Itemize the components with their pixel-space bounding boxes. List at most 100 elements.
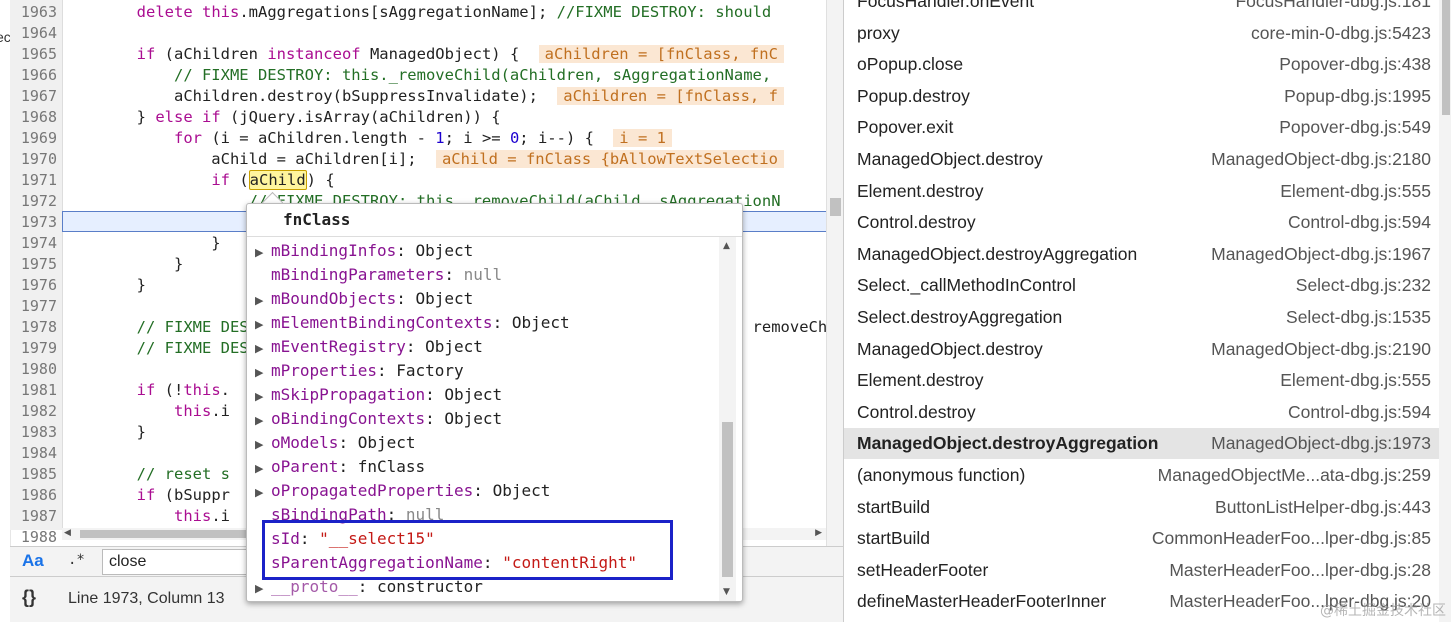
property-row[interactable]: ▶ mProperties: Factory — [255, 359, 464, 383]
code-horizontal-scrollbar-thumb[interactable] — [80, 530, 250, 538]
frame-location-link[interactable]: ManagedObject-dbg.js:2180 — [1211, 149, 1431, 170]
property-row[interactable]: ▶ mSkipPropagation: Object — [255, 383, 502, 407]
expand-triangle-icon[interactable]: ▶ — [255, 313, 271, 337]
line-number[interactable]: 1986 — [10, 485, 57, 506]
frame-location-link[interactable]: Element-dbg.js:555 — [1280, 370, 1431, 391]
expand-triangle-icon[interactable]: ▶ — [255, 577, 271, 601]
frame-location-link[interactable]: ManagedObject-dbg.js:2190 — [1211, 339, 1431, 360]
popover-scrollbar[interactable]: ▲ ▼ — [719, 237, 736, 601]
expand-triangle-icon[interactable]: ▶ — [255, 409, 271, 433]
call-stack-frame[interactable]: Element.destroy Element-dbg.js:555 — [844, 365, 1439, 396]
call-stack-frame[interactable]: Popup.destroy Popup-dbg.js:1995 — [844, 81, 1439, 112]
scroll-left-arrow-icon[interactable]: ◀ — [64, 528, 71, 538]
line-number[interactable]: 1970 — [10, 149, 57, 170]
frame-location-link[interactable]: Popover-dbg.js:549 — [1279, 117, 1431, 138]
expand-triangle-icon[interactable]: ▶ — [255, 457, 271, 481]
call-stack-frame[interactable]: proxy core-min-0-dbg.js:5423 — [844, 18, 1439, 49]
search-input[interactable] — [102, 549, 252, 575]
expand-triangle-icon[interactable]: ▶ — [255, 361, 271, 385]
line-number[interactable]: 1987 — [10, 506, 57, 527]
frame-location-link[interactable]: Select-dbg.js:232 — [1296, 275, 1431, 296]
frame-location-link[interactable]: ManagedObject-dbg.js:1967 — [1211, 244, 1431, 265]
property-row[interactable]: ▶ mElementBindingContexts: Object — [255, 311, 570, 335]
line-number[interactable]: 1977 — [10, 296, 57, 317]
call-stack-frame[interactable]: Select._callMethodInControl Select-dbg.js… — [844, 270, 1439, 301]
scroll-up-arrow-icon[interactable]: ▲ — [723, 241, 730, 251]
line-number[interactable]: 1978 — [10, 317, 57, 338]
line-number[interactable]: 1971 — [10, 170, 57, 191]
code-vertical-scrollbar-thumb[interactable] — [830, 198, 841, 216]
call-stack-frame[interactable]: startBuild CommonHeaderFoo...lper-dbg.js:… — [844, 523, 1439, 554]
property-row[interactable]: ▶ oBindingContexts: Object — [255, 407, 502, 431]
expand-triangle-icon[interactable]: ▶ — [255, 337, 271, 361]
property-row[interactable]: ▶ oPropagatedProperties: Object — [255, 479, 550, 503]
line-number[interactable]: 1976 — [10, 275, 57, 296]
expand-triangle-icon[interactable]: ▶ — [255, 385, 271, 409]
frame-location-link[interactable]: ButtonListHelper-dbg.js:443 — [1215, 497, 1431, 518]
frame-location-link[interactable]: Popover-dbg.js:438 — [1279, 54, 1431, 75]
call-stack-frame[interactable]: ManagedObject.destroy ManagedObject-dbg.j… — [844, 144, 1439, 175]
call-stack-frame-selected[interactable]: ManagedObject.destroyAggregation ManagedO… — [844, 428, 1439, 460]
property-row[interactable]: mBindingParameters: null — [255, 263, 502, 287]
call-stack-frame[interactable]: Popover.exit Popover-dbg.js:549 — [844, 112, 1439, 143]
property-row[interactable]: ▶ mBoundObjects: Object — [255, 287, 473, 311]
expand-triangle-icon[interactable]: ▶ — [255, 433, 271, 457]
line-number[interactable]: 1980 — [10, 359, 57, 380]
code-vertical-scrollbar[interactable] — [826, 0, 843, 546]
hovered-token[interactable]: aChild — [248, 170, 307, 190]
line-number[interactable]: 1968 — [10, 107, 57, 128]
line-number[interactable]: 1969 — [10, 128, 57, 149]
line-number[interactable]: 1979 — [10, 338, 57, 359]
line-number[interactable]: 1966 — [10, 65, 57, 86]
line-number[interactable]: 1972 — [10, 191, 57, 212]
line-number[interactable]: 1981 — [10, 380, 57, 401]
frame-location-link[interactable]: Control-dbg.js:594 — [1288, 402, 1431, 423]
line-number[interactable]: 1964 — [10, 23, 57, 44]
line-number[interactable]: 1975 — [10, 254, 57, 275]
line-number[interactable]: 1967 — [10, 86, 57, 107]
line-number[interactable]: 1963 — [10, 2, 57, 23]
pretty-print-button[interactable]: {} — [22, 587, 36, 608]
line-number[interactable]: 1973 — [10, 212, 57, 233]
property-row[interactable]: ▶ oModels: Object — [255, 431, 416, 455]
property-row[interactable]: ▶ oParent: fnClass — [255, 455, 425, 479]
property-row[interactable]: ▶ mBindingInfos: Object — [255, 239, 473, 263]
call-stack-frame[interactable]: setHeaderFooter MasterHeaderFoo...lper-db… — [844, 555, 1439, 586]
frame-location-link[interactable]: ManagedObject-dbg.js:1973 — [1211, 433, 1431, 454]
line-number[interactable]: 1985 — [10, 464, 57, 485]
call-stack-frame[interactable]: Element.destroy Element-dbg.js:555 — [844, 176, 1439, 207]
frame-location-link[interactable]: FocusHandler-dbg.js:181 — [1235, 0, 1431, 12]
call-stack-frame[interactable]: ManagedObject.destroyAggregation ManagedO… — [844, 239, 1439, 270]
call-stack-frame[interactable]: FocusHandler.onEvent FocusHandler-dbg.js:… — [844, 0, 1439, 17]
line-number[interactable]: 1965 — [10, 44, 57, 65]
expand-triangle-icon[interactable]: ▶ — [255, 241, 271, 265]
expand-triangle-icon[interactable]: ▶ — [255, 481, 271, 505]
line-number[interactable]: 1982 — [10, 401, 57, 422]
scroll-down-arrow-icon[interactable]: ▼ — [723, 587, 730, 597]
call-stack-frame[interactable]: startBuild ButtonListHelper-dbg.js:443 — [844, 492, 1439, 523]
regex-button[interactable]: .* — [68, 552, 85, 568]
call-stack-frame[interactable]: Control.destroy Control-dbg.js:594 — [844, 397, 1439, 428]
frame-location-link[interactable]: Element-dbg.js:555 — [1280, 181, 1431, 202]
line-number[interactable]: 1988 — [10, 527, 57, 548]
line-number[interactable]: 1984 — [10, 443, 57, 464]
call-stack-frame[interactable]: ManagedObject.destroy ManagedObject-dbg.j… — [844, 334, 1439, 365]
property-row[interactable]: ▶ mEventRegistry: Object — [255, 335, 483, 359]
line-number[interactable]: 1974 — [10, 233, 57, 254]
call-stack-scrollbar[interactable] — [1439, 0, 1451, 622]
frame-location-link[interactable]: CommonHeaderFoo...lper-dbg.js:85 — [1152, 528, 1431, 549]
line-number[interactable]: 1983 — [10, 422, 57, 443]
frame-location-link[interactable]: Control-dbg.js:594 — [1288, 212, 1431, 233]
call-stack-frame[interactable]: oPopup.close Popover-dbg.js:438 — [844, 49, 1439, 80]
frame-location-link[interactable]: ManagedObjectMe...ata-dbg.js:259 — [1158, 465, 1431, 486]
call-stack-scrollbar-thumb[interactable] — [1442, 0, 1450, 115]
frame-location-link[interactable]: Popup-dbg.js:1995 — [1284, 86, 1431, 107]
popover-scrollbar-thumb[interactable] — [722, 422, 733, 577]
call-stack-frame[interactable]: (anonymous function) ManagedObjectMe...at… — [844, 460, 1439, 491]
expand-triangle-icon[interactable]: ▶ — [255, 289, 271, 313]
frame-location-link[interactable]: core-min-0-dbg.js:5423 — [1251, 23, 1431, 44]
match-case-button[interactable]: Aa — [22, 551, 44, 571]
frame-location-link[interactable]: Select-dbg.js:1535 — [1286, 307, 1431, 328]
call-stack-frame[interactable]: Control.destroy Control-dbg.js:594 — [844, 207, 1439, 238]
frame-location-link[interactable]: MasterHeaderFoo...lper-dbg.js:28 — [1169, 560, 1431, 581]
